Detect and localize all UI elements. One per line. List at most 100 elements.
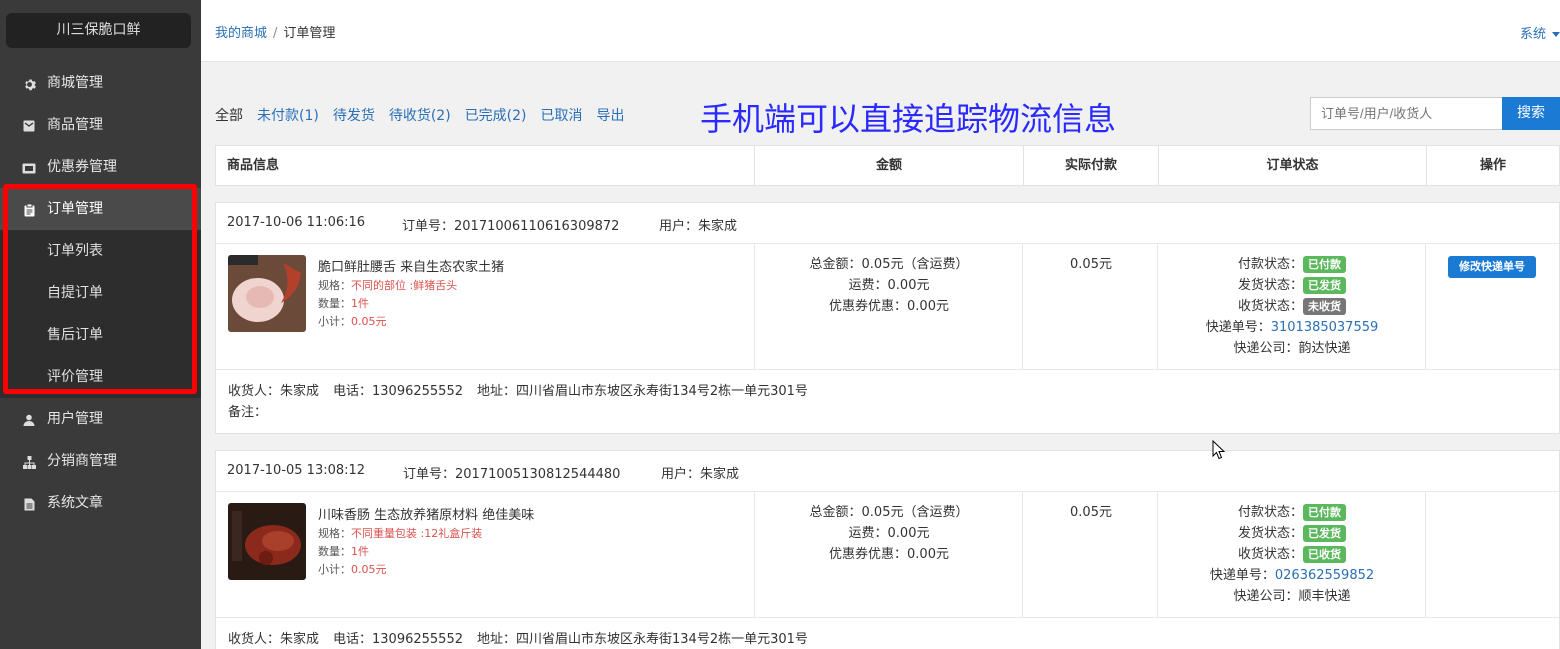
pay-status-badge: 已付款 <box>1303 256 1346 273</box>
ship-status-label: 发货状态： <box>1237 526 1303 541</box>
annotation-text: 手机端可以直接追踪物流信息 <box>700 100 1117 138</box>
brand-title: 川三保脆口鲜 <box>6 13 191 48</box>
sidebar-item-articles[interactable]: 系统文章 <box>0 482 201 524</box>
tab-cancelled[interactable]: 已取消 <box>541 108 583 124</box>
shipping-fee: 运费：0.00元 <box>848 526 930 541</box>
phone: 电话：13096255552 <box>333 384 463 399</box>
phone: 电话：13096255552 <box>333 632 463 647</box>
amount-cell: 总金额：0.05元（含运费） 运费：0.00元 优惠券优惠：0.00元 <box>756 502 1022 565</box>
order-card: 2017-10-06 11:06:16 订单号：2017100611061630… <box>215 202 1560 434</box>
order-number: 订单号：20171005130812544480 <box>403 467 621 482</box>
sidebar-sub-pickup-orders[interactable]: 自提订单 <box>0 272 201 314</box>
sidebar-item-orders[interactable]: 订单管理 <box>0 188 201 230</box>
sidebar-sub-label: 自提订单 <box>47 285 103 301</box>
qty-value: 1件 <box>351 545 369 558</box>
sidebar-sub-reviews[interactable]: 评价管理 <box>0 356 201 398</box>
product-name[interactable]: 川味香肠 生态放养猪原材料 绝佳美味 <box>318 504 534 523</box>
tracking-number-link[interactable]: 3101385037559 <box>1271 320 1379 335</box>
sidebar-sub-order-list[interactable]: 订单列表 <box>0 230 201 272</box>
order-header: 2017-10-05 13:08:12 订单号：2017100513081254… <box>216 451 1559 492</box>
order-footer: 收货人：朱家成 电话：13096255552 地址：四川省眉山市东坡区永寿街134号… <box>228 381 822 423</box>
file-icon <box>22 497 36 511</box>
product-qty: 数量：1件 <box>318 295 369 311</box>
sidebar-sub-label: 订单列表 <box>47 243 103 259</box>
product-name[interactable]: 脆口鲜肚腰舌 来自生态农家土猪 <box>318 256 504 275</box>
sidebar-sub-label: 评价管理 <box>47 369 103 385</box>
address: 地址：四川省眉山市东坡区永寿街134号2栋一单元301号 <box>477 384 808 399</box>
export-link[interactable]: 导出 <box>597 108 625 124</box>
tracking-number-link[interactable]: 026362559852 <box>1275 568 1374 583</box>
recv-status-label: 收货状态： <box>1237 547 1303 562</box>
breadcrumb-separator: / <box>273 26 278 41</box>
tab-to-ship[interactable]: 待发货 <box>333 108 375 124</box>
sidebar-item-label: 商品管理 <box>47 117 103 133</box>
tab-to-receive[interactable]: 待收货(2) <box>389 108 451 124</box>
ship-status-label: 发货状态： <box>1237 278 1303 293</box>
order-time: 2017-10-06 11:06:16 <box>227 215 366 230</box>
product-thumbnail[interactable] <box>228 503 306 580</box>
breadcrumb: 我的商城 / 订单管理 <box>215 22 335 41</box>
column-divider <box>1022 492 1023 618</box>
breadcrumb-home-link[interactable]: 我的商城 <box>215 26 267 41</box>
subtotal-value: 0.05元 <box>351 315 387 328</box>
recv-status-badge: 已收货 <box>1303 546 1346 563</box>
sidebar-item-mall[interactable]: 商城管理 <box>0 62 201 104</box>
ship-status-badge: 已发货 <box>1303 525 1346 542</box>
sidebar-item-users[interactable]: 用户管理 <box>0 398 201 440</box>
ticket-icon <box>22 161 36 175</box>
column-divider <box>1425 492 1426 618</box>
sidebar-item-products[interactable]: 商品管理 <box>0 104 201 146</box>
header-actions: 操作 <box>1479 158 1506 173</box>
subtotal-label: 小计： <box>318 563 351 576</box>
search-input[interactable] <box>1310 97 1503 130</box>
sidebar-item-coupons[interactable]: 优惠券管理 <box>0 146 201 188</box>
note: 备注： <box>228 405 268 420</box>
sidebar-item-label: 优惠券管理 <box>47 159 117 175</box>
mouse-cursor-icon <box>1212 440 1226 460</box>
coupon-discount: 优惠券优惠：0.00元 <box>829 299 949 314</box>
pay-status-label: 付款状态： <box>1237 505 1303 520</box>
pay-status-label: 付款状态： <box>1237 257 1303 272</box>
search-button[interactable]: 搜索 <box>1502 97 1560 130</box>
column-divider <box>754 492 755 618</box>
tracking-label: 快递单号： <box>1209 568 1275 583</box>
sidebar-sub-aftersale-orders[interactable]: 售后订单 <box>0 314 201 356</box>
order-filter-tabs: 全部 未付款(1) 待发货 待收货(2) 已完成(2) 已取消 导出 <box>215 105 639 125</box>
gear-icon <box>22 77 36 91</box>
sidebar-item-distributors[interactable]: 分销商管理 <box>0 440 201 482</box>
spec-label: 规格： <box>318 527 351 540</box>
tab-completed[interactable]: 已完成(2) <box>465 108 527 124</box>
column-divider <box>754 244 755 370</box>
sidebar-sub-label: 售后订单 <box>47 327 103 343</box>
order-time: 2017-10-05 13:08:12 <box>227 463 366 478</box>
clipboard-icon <box>22 203 36 217</box>
order-body: 川味香肠 生态放养猪原材料 绝佳美味 规格：不同重量包装 :12礼盒斤装 数量：… <box>216 492 1559 618</box>
tab-unpaid[interactable]: 未付款(1) <box>257 108 319 124</box>
pay-status-badge: 已付款 <box>1303 504 1346 521</box>
qty-label: 数量： <box>318 545 351 558</box>
order-user: 用户：朱家成 <box>659 219 738 234</box>
sidebar-item-label: 商城管理 <box>47 75 103 91</box>
tab-all[interactable]: 全部 <box>215 108 243 124</box>
receiver: 收货人：朱家成 <box>228 384 320 399</box>
ship-status-badge: 已发货 <box>1303 277 1346 294</box>
spec-label: 规格： <box>318 279 351 292</box>
order-user: 用户：朱家成 <box>661 467 740 482</box>
total-amount: 总金额：0.05元（含运费） <box>809 505 969 520</box>
product-spec: 规格：不同重量包装 :12礼盒斤装 <box>318 525 482 541</box>
top-bar: 我的商城 / 订单管理 系统 <box>201 0 1560 62</box>
system-menu[interactable]: 系统 <box>1520 23 1560 42</box>
order-header: 2017-10-06 11:06:16 订单号：2017100611061630… <box>216 203 1559 244</box>
total-amount: 总金额：0.05元（含运费） <box>809 257 969 272</box>
spec-value: 不同重量包装 :12礼盒斤装 <box>351 527 483 540</box>
edit-tracking-button[interactable]: 修改快递单号 <box>1448 256 1536 278</box>
product-thumbnail[interactable] <box>228 255 306 332</box>
order-footer: 收货人：朱家成 电话：13096255552 地址：四川省眉山市东坡区永寿街134号… <box>228 629 822 649</box>
subtotal-label: 小计： <box>318 315 351 328</box>
shipping-fee: 运费：0.00元 <box>848 278 930 293</box>
header-product-info: 商品信息 <box>216 146 755 185</box>
sidebar: 川三保脆口鲜 商城管理 商品管理 优惠券管理 订单管理 订单列表 自提订单 售后… <box>0 0 201 649</box>
qty-value: 1件 <box>351 297 369 310</box>
sidebar-item-label: 系统文章 <box>47 495 103 511</box>
receiver: 收货人：朱家成 <box>228 632 320 647</box>
